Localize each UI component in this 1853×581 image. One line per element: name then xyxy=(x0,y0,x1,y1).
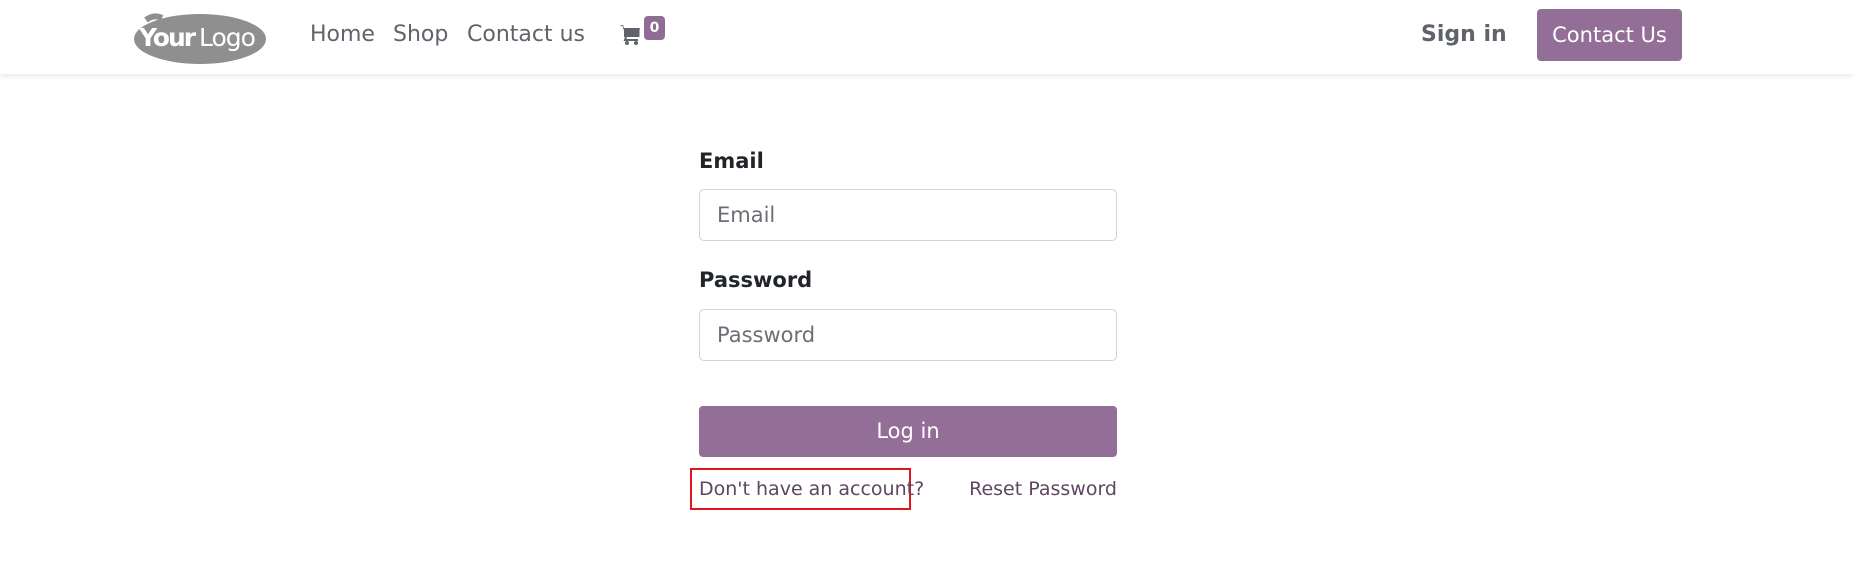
password-label: Password xyxy=(699,268,813,292)
reset-password-link[interactable]: Reset Password xyxy=(969,475,1117,503)
nav-contact-link[interactable]: Contact us xyxy=(467,20,585,50)
email-input[interactable] xyxy=(699,189,1117,241)
shopping-cart-icon xyxy=(618,22,642,46)
nav-home-link[interactable]: Home xyxy=(310,20,375,50)
svg-text:Logo: Logo xyxy=(199,23,255,52)
logo-image: Your Logo xyxy=(134,13,266,64)
cart-count-badge: 0 xyxy=(644,16,665,40)
svg-text:Your: Your xyxy=(138,23,197,52)
password-input[interactable] xyxy=(699,309,1117,361)
email-label: Email xyxy=(699,149,764,173)
signup-link[interactable]: Don't have an account? xyxy=(690,468,924,510)
cart-button[interactable]: 0 xyxy=(618,16,670,52)
site-header: Your Logo Home Shop Contact us 0 Sign in… xyxy=(0,0,1853,74)
contact-us-button[interactable]: Contact Us xyxy=(1537,9,1682,61)
nav-shop-link[interactable]: Shop xyxy=(393,20,448,50)
log-in-button[interactable]: Log in xyxy=(699,406,1117,457)
sign-in-link[interactable]: Sign in xyxy=(1421,20,1507,50)
site-logo[interactable]: Your Logo xyxy=(132,8,268,65)
